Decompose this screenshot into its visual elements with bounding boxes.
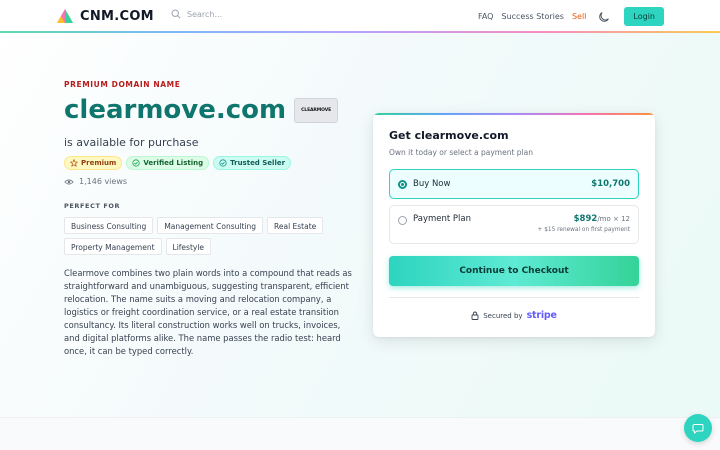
buy-now-label: Buy Now [413,179,451,189]
top-nav: FAQ Success Stories Sell Login [478,7,664,26]
title-row: clearmove.com CLEARMOVE [64,93,354,127]
tag-real-estate[interactable]: Real Estate [266,217,324,234]
card-accent-bar [373,113,655,115]
nav-success-stories[interactable]: Success Stories [501,12,563,21]
view-count-text: 1,146 views [79,177,128,186]
premium-badge-label: Premium [81,159,117,167]
purchase-card: Get clearmove.com Own it today or select… [373,113,655,337]
verified-badge-label: Verified Listing [143,159,204,167]
chat-button[interactable] [684,414,712,442]
buy-now-radio[interactable] [398,180,407,189]
domain-hero: PREMIUM DOMAIN NAME clearmove.com CLEARM… [64,80,354,358]
domain-description: Clearmove combines two plain words into … [64,268,352,356]
site-header: CNM.COM FAQ Success Stories Sell Login [0,0,720,33]
tag-lifestyle[interactable]: Lifestyle [165,238,212,255]
availability-text: is available for purchase [64,136,199,149]
logo-mark-icon [57,9,73,23]
tag-management-consulting[interactable]: Management Consulting [157,217,263,234]
domain-logo-badge: CLEARMOVE [294,97,339,123]
search-bar [171,9,367,19]
tag-business-consulting[interactable]: Business Consulting [64,217,154,234]
domain-title: clearmove.com [64,95,287,125]
check-circle-icon [132,159,140,167]
moon-icon[interactable] [598,11,610,23]
verified-badge: Verified Listing [126,156,210,170]
footer-band [0,417,720,450]
search-icon [171,9,181,19]
stripe-logo: stripe [526,310,557,321]
buy-now-price: $10,700 [591,179,630,189]
view-count: 1,146 views [64,177,354,186]
card-subtitle: Own it today or select a payment plan [389,148,533,157]
eyebrow-label: PREMIUM DOMAIN NAME [64,80,181,89]
badge-row: Premium Verified Listing Trusted Seller [64,156,354,170]
star-icon [70,159,78,167]
perfect-for-label: PERFECT FOR [64,202,121,210]
buy-now-option[interactable]: Buy Now $10,700 [389,169,639,199]
premium-badge: Premium [64,156,123,170]
secured-by: Secured by stripe [373,310,655,321]
payment-plan-price: $892/mo × 12 [574,214,630,224]
nav-faq[interactable]: FAQ [478,12,494,21]
lock-icon [471,311,479,320]
nav-sell[interactable]: Sell [572,12,586,21]
trusted-badge: Trusted Seller [213,156,292,170]
payment-plan-amount: $892 [573,214,598,224]
search-input[interactable] [187,9,367,19]
payment-plan-option[interactable]: Payment Plan $892/mo × 12 + $15 renewal … [389,205,639,244]
payment-plan-radio[interactable] [398,216,407,225]
login-button[interactable]: Login [624,7,664,26]
payment-plan-label: Payment Plan [413,214,471,224]
card-title: Get clearmove.com [389,129,509,142]
eye-icon [64,179,74,184]
domain-logo-text: CLEARMOVE [301,107,332,113]
payment-plan-term: /mo × 12 [597,215,630,223]
secured-label: Secured by [483,311,523,320]
checkout-button[interactable]: Continue to Checkout [389,256,639,286]
card-divider [389,297,639,298]
brand-name: CNM.COM [80,8,154,24]
tag-property-management[interactable]: Property Management [64,238,162,255]
trusted-badge-label: Trusted Seller [230,159,286,167]
brand-logo[interactable]: CNM.COM [56,8,154,24]
chat-icon [692,424,704,434]
payment-plan-renewal: + $15 renewal on first payment [537,227,630,233]
tag-list: Business Consulting Management Consultin… [64,217,344,255]
shield-check-icon [219,159,227,167]
